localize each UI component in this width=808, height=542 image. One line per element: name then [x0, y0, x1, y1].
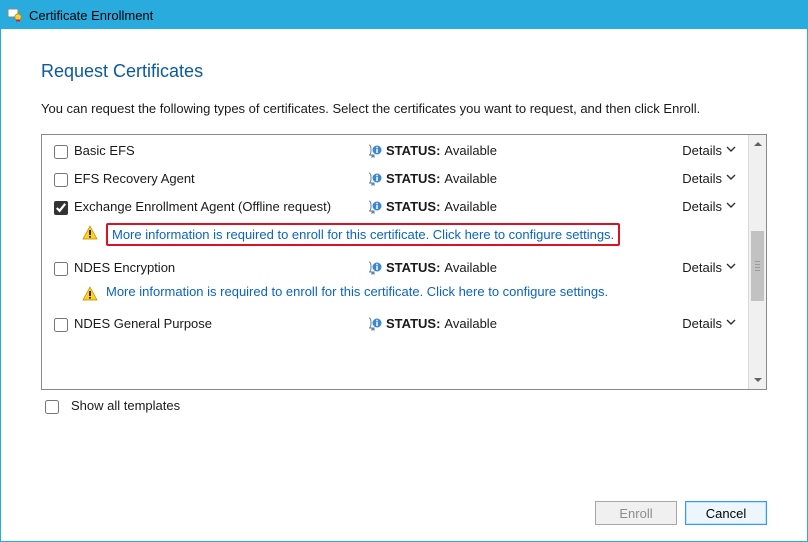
- details-toggle[interactable]: Details: [664, 143, 742, 158]
- chevron-down-icon: [726, 261, 736, 274]
- status-prefix: STATUS:: [386, 199, 440, 214]
- details-toggle[interactable]: Details: [664, 260, 742, 275]
- highlighted-link: More information is required to enroll f…: [106, 223, 620, 246]
- titlebar: Certificate Enrollment: [1, 1, 807, 29]
- cert-status: STATUS: Available: [366, 260, 664, 276]
- scroll-thumb[interactable]: [751, 231, 764, 301]
- certificate-row: Basic EFS STATUS: Available Details: [42, 137, 748, 165]
- certificate-row: Exchange Enrollment Agent (Offline reque…: [42, 193, 748, 221]
- info-icon: [366, 316, 382, 332]
- window-title: Certificate Enrollment: [29, 8, 153, 23]
- show-all-checkbox[interactable]: [45, 400, 59, 414]
- show-all-row: Show all templates: [41, 390, 767, 422]
- chevron-down-icon: [726, 317, 736, 330]
- details-toggle[interactable]: Details: [664, 316, 742, 331]
- cert-warning-row: More information is required to enroll f…: [42, 282, 748, 310]
- status-value: Available: [444, 260, 497, 275]
- enroll-button[interactable]: Enroll: [595, 501, 677, 525]
- scroll-up-button[interactable]: [749, 135, 766, 153]
- status-prefix: STATUS:: [386, 143, 440, 158]
- configure-link[interactable]: More information is required to enroll f…: [112, 227, 614, 242]
- details-label: Details: [682, 260, 722, 275]
- cert-name: Basic EFS: [74, 143, 366, 158]
- certificate-row: NDES General Purpose STATUS: Available D…: [42, 310, 748, 332]
- cert-status: STATUS: Available: [366, 199, 664, 215]
- cert-name: NDES General Purpose: [74, 316, 366, 331]
- page-instructions: You can request the following types of c…: [41, 100, 767, 118]
- scroll-track[interactable]: [749, 153, 766, 371]
- status-prefix: STATUS:: [386, 316, 440, 331]
- cert-checkbox[interactable]: [54, 145, 68, 159]
- cert-warning-row: More information is required to enroll f…: [42, 221, 748, 254]
- configure-link[interactable]: More information is required to enroll f…: [106, 284, 608, 299]
- show-all-label: Show all templates: [71, 398, 180, 413]
- details-label: Details: [682, 316, 722, 331]
- cert-checkbox[interactable]: [54, 262, 68, 276]
- certificate-list-pane: Basic EFS STATUS: Available Details EFS …: [41, 134, 767, 390]
- cert-status: STATUS: Available: [366, 316, 664, 332]
- cert-checkbox[interactable]: [54, 173, 68, 187]
- cancel-button[interactable]: Cancel: [685, 501, 767, 525]
- certificate-icon: [7, 7, 23, 23]
- warning-icon: [82, 286, 98, 302]
- info-icon: [366, 260, 382, 276]
- enrollment-window: Certificate Enrollment Request Certifica…: [0, 0, 808, 542]
- info-icon: [366, 171, 382, 187]
- status-value: Available: [444, 316, 497, 331]
- scroll-down-button[interactable]: [749, 371, 766, 389]
- status-value: Available: [444, 199, 497, 214]
- details-label: Details: [682, 171, 722, 186]
- details-label: Details: [682, 199, 722, 214]
- details-label: Details: [682, 143, 722, 158]
- cert-status: STATUS: Available: [366, 171, 664, 187]
- certificate-list-viewport: Basic EFS STATUS: Available Details EFS …: [42, 135, 748, 389]
- details-toggle[interactable]: Details: [664, 199, 742, 214]
- certificate-row: EFS Recovery Agent STATUS: Available Det…: [42, 165, 748, 193]
- chevron-down-icon: [726, 172, 736, 185]
- info-icon: [366, 143, 382, 159]
- cert-checkbox[interactable]: [54, 201, 68, 215]
- vertical-scrollbar[interactable]: [748, 135, 766, 389]
- status-value: Available: [444, 143, 497, 158]
- cert-name: Exchange Enrollment Agent (Offline reque…: [74, 199, 366, 214]
- dialog-buttons: Enroll Cancel: [41, 491, 767, 531]
- details-toggle[interactable]: Details: [664, 171, 742, 186]
- chevron-down-icon: [726, 144, 736, 157]
- warning-icon: [82, 225, 98, 241]
- content-area: Request Certificates You can request the…: [1, 29, 807, 541]
- status-value: Available: [444, 171, 497, 186]
- cert-name: EFS Recovery Agent: [74, 171, 366, 186]
- certificate-row: NDES Encryption STATUS: Available Detail…: [42, 254, 748, 282]
- chevron-down-icon: [726, 200, 736, 213]
- status-prefix: STATUS:: [386, 260, 440, 275]
- info-icon: [366, 199, 382, 215]
- cert-status: STATUS: Available: [366, 143, 664, 159]
- cert-checkbox[interactable]: [54, 318, 68, 332]
- page-title: Request Certificates: [41, 61, 767, 82]
- cert-name: NDES Encryption: [74, 260, 366, 275]
- status-prefix: STATUS:: [386, 171, 440, 186]
